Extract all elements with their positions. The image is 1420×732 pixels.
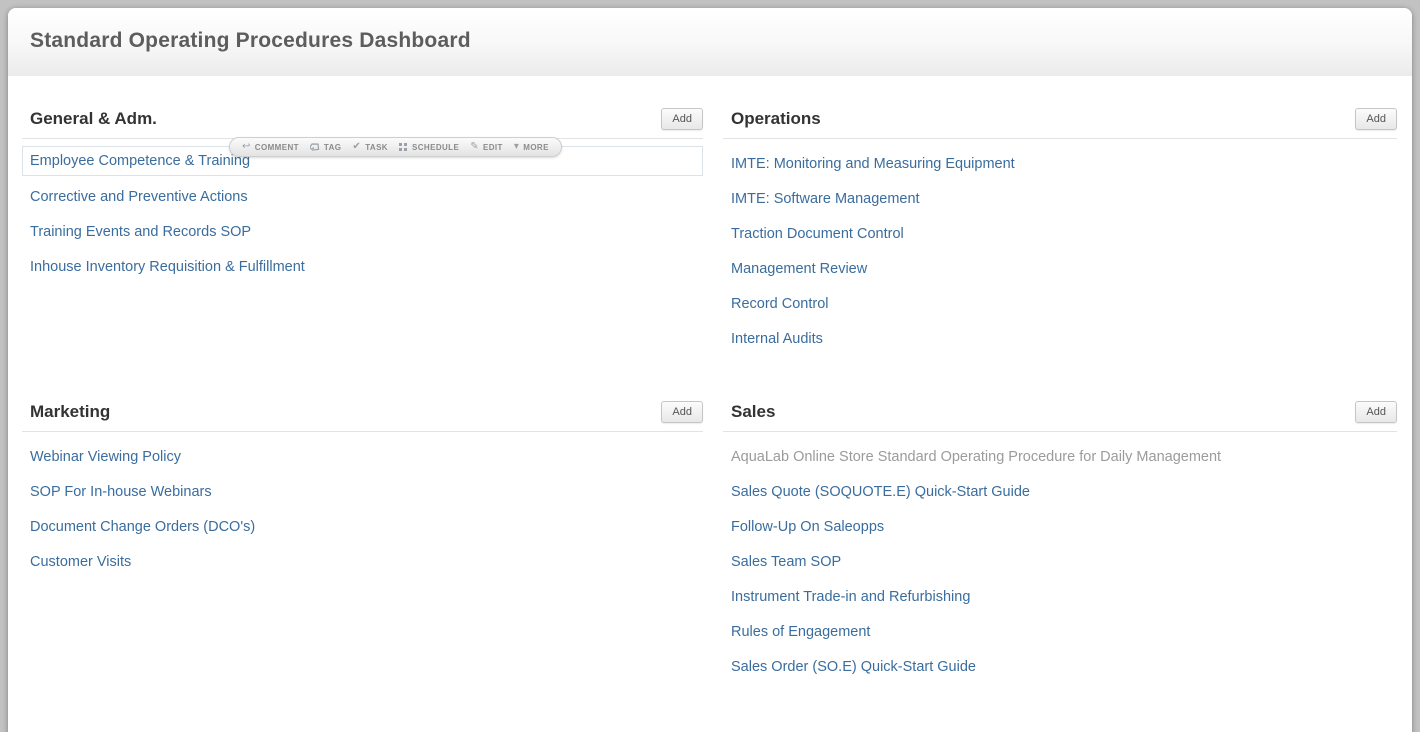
schedule-label: SCHEDULE [412, 143, 459, 152]
sop-link[interactable]: IMTE: Software Management [731, 191, 920, 207]
page-background: Standard Operating Procedures Dashboard … [0, 0, 1420, 732]
sop-link[interactable]: Inhouse Inventory Requisition & Fulfillm… [30, 259, 305, 275]
sop-list: IMTE: Monitoring and Measuring Equipment… [723, 146, 1397, 356]
sop-link[interactable]: Customer Visits [30, 554, 131, 570]
tag-label: TAG [324, 143, 342, 152]
sop-link[interactable]: IMTE: Monitoring and Measuring Equipment [731, 156, 1015, 172]
more-label: MORE [523, 143, 549, 152]
add-button[interactable]: Add [661, 108, 703, 130]
sop-link[interactable]: Traction Document Control [731, 226, 904, 242]
edit-button[interactable]: ✎ EDIT [470, 142, 503, 152]
task-button[interactable]: ✔ TASK [352, 142, 388, 152]
list-item[interactable]: SOP For In-house Webinars [22, 474, 703, 509]
section-title: Sales [731, 402, 775, 422]
schedule-button[interactable]: SCHEDULE [399, 143, 459, 152]
page-title: Standard Operating Procedures Dashboard [8, 8, 1412, 53]
section-header: Operations Add [723, 106, 1397, 132]
section-header: Marketing Add [22, 399, 703, 425]
sop-link[interactable]: Rules of Engagement [731, 624, 870, 640]
list-item-hovered[interactable]: ↩ COMMENT TAG ✔ TASK [22, 146, 703, 176]
sop-link[interactable]: Employee Competence & Training [30, 153, 250, 169]
section-header: General & Adm. Add [22, 106, 703, 132]
section-operations: Operations Add IMTE: Monitoring and Meas… [723, 106, 1397, 399]
sop-list: ↩ COMMENT TAG ✔ TASK [22, 146, 703, 284]
reply-icon: ↩ [242, 142, 251, 152]
comment-label: COMMENT [255, 143, 299, 152]
list-item[interactable]: Rules of Engagement [723, 614, 1397, 649]
section-header: Sales Add [723, 399, 1397, 425]
sop-link[interactable]: Internal Audits [731, 331, 823, 347]
section-general-adm: General & Adm. Add ↩ COMMENT [22, 106, 703, 399]
sop-link[interactable]: Instrument Trade-in and Refurbishing [731, 589, 970, 605]
list-item[interactable]: Traction Document Control [723, 216, 1397, 251]
sop-link[interactable]: Record Control [731, 296, 829, 312]
list-item[interactable]: Follow-Up On Saleopps [723, 509, 1397, 544]
section-sales: Sales Add AquaLab Online Store Standard … [723, 399, 1397, 684]
sop-link[interactable]: SOP For In-house Webinars [30, 484, 212, 500]
edit-label: EDIT [483, 143, 503, 152]
section-divider [723, 138, 1397, 139]
sop-list: Webinar Viewing Policy SOP For In-house … [22, 439, 703, 579]
list-item[interactable]: Record Control [723, 286, 1397, 321]
list-item[interactable]: Sales Order (SO.E) Quick-Start Guide [723, 649, 1397, 684]
list-item[interactable]: Instrument Trade-in and Refurbishing [723, 579, 1397, 614]
comment-button[interactable]: ↩ COMMENT [242, 142, 299, 152]
dashboard-card: Standard Operating Procedures Dashboard … [8, 8, 1412, 732]
list-item[interactable]: Corrective and Preventive Actions [22, 179, 703, 214]
caret-down-icon: ▾ [514, 142, 519, 152]
list-item[interactable]: Sales Team SOP [723, 544, 1397, 579]
list-item[interactable]: Sales Quote (SOQUOTE.E) Quick-Start Guid… [723, 474, 1397, 509]
check-icon: ✔ [352, 142, 361, 152]
hover-toolbar: ↩ COMMENT TAG ✔ TASK [229, 137, 562, 157]
sop-list: AquaLab Online Store Standard Operating … [723, 439, 1397, 684]
add-button[interactable]: Add [1355, 401, 1397, 423]
dashboard-header: Standard Operating Procedures Dashboard [8, 8, 1412, 76]
sop-link[interactable]: Corrective and Preventive Actions [30, 189, 248, 205]
add-button[interactable]: Add [1355, 108, 1397, 130]
more-button[interactable]: ▾ MORE [514, 142, 549, 152]
add-button[interactable]: Add [661, 401, 703, 423]
section-title: Marketing [30, 402, 110, 422]
pencil-icon: ✎ [470, 142, 479, 152]
list-item[interactable]: Document Change Orders (DCO's) [22, 509, 703, 544]
section-divider [723, 431, 1397, 432]
list-item[interactable]: Inhouse Inventory Requisition & Fulfillm… [22, 249, 703, 284]
sop-link[interactable]: Sales Quote (SOQUOTE.E) Quick-Start Guid… [731, 484, 1030, 500]
task-label: TASK [365, 143, 388, 152]
list-item[interactable]: IMTE: Software Management [723, 181, 1397, 216]
sop-link[interactable]: Document Change Orders (DCO's) [30, 519, 255, 535]
section-marketing: Marketing Add Webinar Viewing Policy SOP… [22, 399, 703, 684]
tag-icon [310, 142, 320, 152]
section-divider [22, 431, 703, 432]
list-item[interactable]: IMTE: Monitoring and Measuring Equipment [723, 146, 1397, 181]
sop-link[interactable]: Follow-Up On Saleopps [731, 519, 884, 535]
section-title: General & Adm. [30, 109, 157, 129]
list-item[interactable]: Training Events and Records SOP [22, 214, 703, 249]
list-item[interactable]: Management Review [723, 251, 1397, 286]
dashboard-content: General & Adm. Add ↩ COMMENT [8, 76, 1412, 684]
list-item[interactable]: Customer Visits [22, 544, 703, 579]
sop-link[interactable]: Webinar Viewing Policy [30, 449, 181, 465]
list-item[interactable]: Internal Audits [723, 321, 1397, 356]
sop-link[interactable]: Training Events and Records SOP [30, 224, 251, 240]
list-item[interactable]: AquaLab Online Store Standard Operating … [723, 439, 1397, 474]
grid-icon [399, 143, 408, 152]
sop-link[interactable]: AquaLab Online Store Standard Operating … [731, 449, 1221, 465]
sop-link[interactable]: Sales Team SOP [731, 554, 841, 570]
sop-link[interactable]: Management Review [731, 261, 867, 277]
tag-button[interactable]: TAG [310, 142, 342, 152]
section-title: Operations [731, 109, 821, 129]
list-item[interactable]: Webinar Viewing Policy [22, 439, 703, 474]
sop-link[interactable]: Sales Order (SO.E) Quick-Start Guide [731, 659, 976, 675]
